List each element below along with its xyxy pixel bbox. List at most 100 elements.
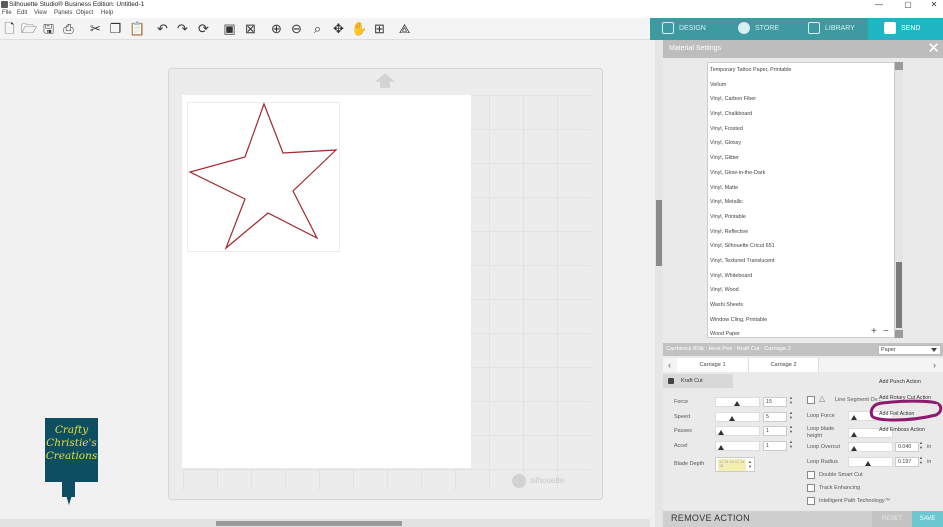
save-button[interactable]: SAVE — [912, 511, 943, 527]
menu-help[interactable]: Help — [101, 10, 113, 16]
reset-button[interactable]: RESET — [872, 511, 912, 527]
force-slider[interactable] — [715, 397, 760, 407]
loop-radius-stepper[interactable]: ▲ ▼ — [919, 455, 923, 465]
list-item[interactable]: Washi Sheets — [708, 298, 902, 313]
list-item[interactable]: Vinyl, Whiteboard — [708, 269, 902, 284]
loop-overcut-field[interactable]: 0.040 — [895, 442, 919, 452]
blade-depth-selector[interactable]: 12 24 16 12 14 18 ▲ ▼ — [715, 457, 755, 472]
list-item[interactable]: Vinyl, Frosted — [708, 122, 902, 137]
remove-material-button[interactable]: − — [883, 326, 889, 337]
accel-slider[interactable] — [715, 441, 760, 451]
carriage-prev-icon[interactable]: ‹ — [668, 360, 671, 370]
accel-field[interactable]: 1 — [763, 441, 787, 451]
carriage-next-icon[interactable]: › — [933, 360, 936, 370]
carriage-tabs: ‹ Carriage 1 Carriage 2 › — [663, 358, 943, 372]
blade-depth-label: Blade Depth — [674, 461, 705, 467]
add-emboss-action-link[interactable]: Add Emboss Action — [879, 427, 925, 433]
list-item[interactable]: Vinyl, Matte — [708, 181, 902, 196]
intelligent-path-label: Intelligent Path Technology™ — [819, 498, 891, 504]
new-document-icon[interactable]: 🗋 — [2, 21, 17, 36]
group-icon[interactable]: ▣ — [222, 21, 237, 36]
redo-icon[interactable]: ↷ — [175, 21, 190, 36]
scroll-up-icon[interactable] — [895, 62, 903, 70]
panel-header: Material Settings ✕ — [663, 40, 943, 58]
redraw-icon[interactable]: ⟳ — [196, 21, 211, 36]
close-window-button[interactable]: ✕ — [928, 0, 940, 10]
list-item[interactable]: Vinyl, Printable — [708, 210, 902, 225]
scroll-down-icon[interactable] — [895, 330, 903, 338]
intelligent-path-checkbox[interactable] — [807, 497, 815, 505]
loop-radius-field[interactable]: 0.197 — [895, 457, 919, 467]
open-folder-icon[interactable]: 🗁 — [21, 21, 37, 36]
double-smart-cut-label: Double Smart Cut — [819, 472, 863, 478]
tab-carriage-2[interactable]: Carriage 2 — [749, 358, 819, 372]
loop-overcut-slider[interactable] — [848, 442, 893, 452]
list-item[interactable]: Vinyl, Glitter — [708, 151, 902, 166]
force-stepper[interactable]: ▲ ▼ — [789, 395, 793, 405]
double-smart-cut-checkbox[interactable] — [807, 471, 815, 479]
line-segment-checkbox[interactable] — [807, 396, 815, 404]
zoom-in-icon[interactable]: ⊕ — [269, 21, 284, 36]
undo-icon[interactable]: ↶ — [155, 21, 170, 36]
remove-action-button[interactable]: REMOVE ACTION — [671, 513, 750, 523]
pattern-fill-icon[interactable]: ⟁ — [397, 21, 412, 36]
list-item[interactable]: Vinyl, Reflective — [708, 225, 902, 240]
menu-object[interactable]: Object — [76, 10, 93, 16]
minimize-button[interactable]: — — [873, 0, 885, 10]
accel-stepper[interactable]: ▲ ▼ — [789, 439, 793, 449]
menu-view[interactable]: View — [34, 10, 47, 16]
save-icon[interactable]: 🖫 — [41, 21, 56, 36]
speed-field[interactable]: 5 — [763, 412, 787, 422]
ungroup-icon[interactable]: ⊠ — [243, 21, 258, 36]
speed-stepper[interactable]: ▲ ▼ — [789, 410, 793, 420]
print-icon[interactable]: ⎙ — [61, 21, 76, 36]
close-panel-icon[interactable]: ✕ — [927, 41, 940, 57]
paste-icon[interactable]: 📋 — [129, 21, 145, 36]
tab-carriage-1[interactable]: Carriage 1 — [677, 358, 749, 372]
list-item[interactable]: Temporary Tattoo Paper, Printable — [708, 63, 902, 78]
star-shape[interactable] — [187, 102, 347, 252]
loop-overcut-stepper[interactable]: ▲ ▼ — [919, 440, 923, 450]
tab-send[interactable]: SEND — [868, 18, 943, 40]
menu-panels[interactable]: Panels — [54, 10, 72, 16]
add-material-button[interactable]: + — [871, 326, 877, 337]
zoom-select-icon[interactable]: ⌕ — [310, 21, 325, 36]
material-list[interactable]: Temporary Tattoo Paper, Printable Vellum… — [707, 62, 903, 338]
passes-stepper[interactable]: ▲ ▼ — [789, 424, 793, 434]
list-item[interactable]: Vinyl, Wood — [708, 283, 902, 298]
add-punch-action-link[interactable]: Add Punch Action — [879, 379, 921, 385]
material-list-scrollbar[interactable] — [894, 62, 903, 338]
list-item[interactable]: Vellum — [708, 78, 902, 93]
maximize-button[interactable]: ▢ — [902, 0, 914, 10]
cut-icon[interactable]: ✂ — [88, 21, 103, 36]
list-item[interactable]: Vinyl, Metallic — [708, 195, 902, 210]
menu-edit[interactable]: Edit — [17, 10, 27, 16]
pan-hand-icon[interactable]: ✋ — [351, 21, 367, 36]
list-item[interactable]: Vinyl, Glossy — [708, 136, 902, 151]
horizontal-scrollbar[interactable] — [0, 519, 650, 527]
move-icon[interactable]: ✥ — [331, 21, 346, 36]
list-item[interactable]: Vinyl, Textured Translucent — [708, 254, 902, 269]
track-enhancing-checkbox[interactable] — [807, 484, 815, 492]
menu-file[interactable]: File — [2, 10, 12, 16]
chevron-down-icon — [931, 348, 937, 352]
zoom-out-icon[interactable]: ⊖ — [289, 21, 304, 36]
vertical-scrollbar[interactable] — [655, 40, 663, 527]
list-item[interactable]: Vinyl, Silhouette Cricut 651 — [708, 239, 902, 254]
fit-to-page-icon[interactable]: ⊞ — [372, 21, 387, 36]
force-field[interactable]: 15 — [763, 397, 787, 407]
passes-field[interactable]: 1 — [763, 426, 787, 436]
speed-slider[interactable] — [715, 412, 760, 422]
action-tab-kraft-cut[interactable]: Kraft Cut — [663, 374, 733, 388]
tab-store[interactable]: STORE — [738, 18, 810, 40]
loop-force-label: Loop Force — [807, 413, 835, 419]
tab-design[interactable]: DESIGN — [662, 18, 732, 40]
list-item[interactable]: Vinyl, Glow-in-the-Dark — [708, 166, 902, 181]
store-icon — [738, 22, 750, 35]
copy-icon[interactable]: ❐ — [108, 21, 123, 36]
passes-slider[interactable] — [715, 426, 760, 436]
list-item[interactable]: Vinyl, Chalkboard — [708, 107, 902, 122]
paper-type-dropdown[interactable]: Paper — [878, 345, 941, 355]
loop-radius-slider[interactable] — [848, 457, 893, 467]
list-item[interactable]: Vinyl, Carbon Fiber — [708, 92, 902, 107]
